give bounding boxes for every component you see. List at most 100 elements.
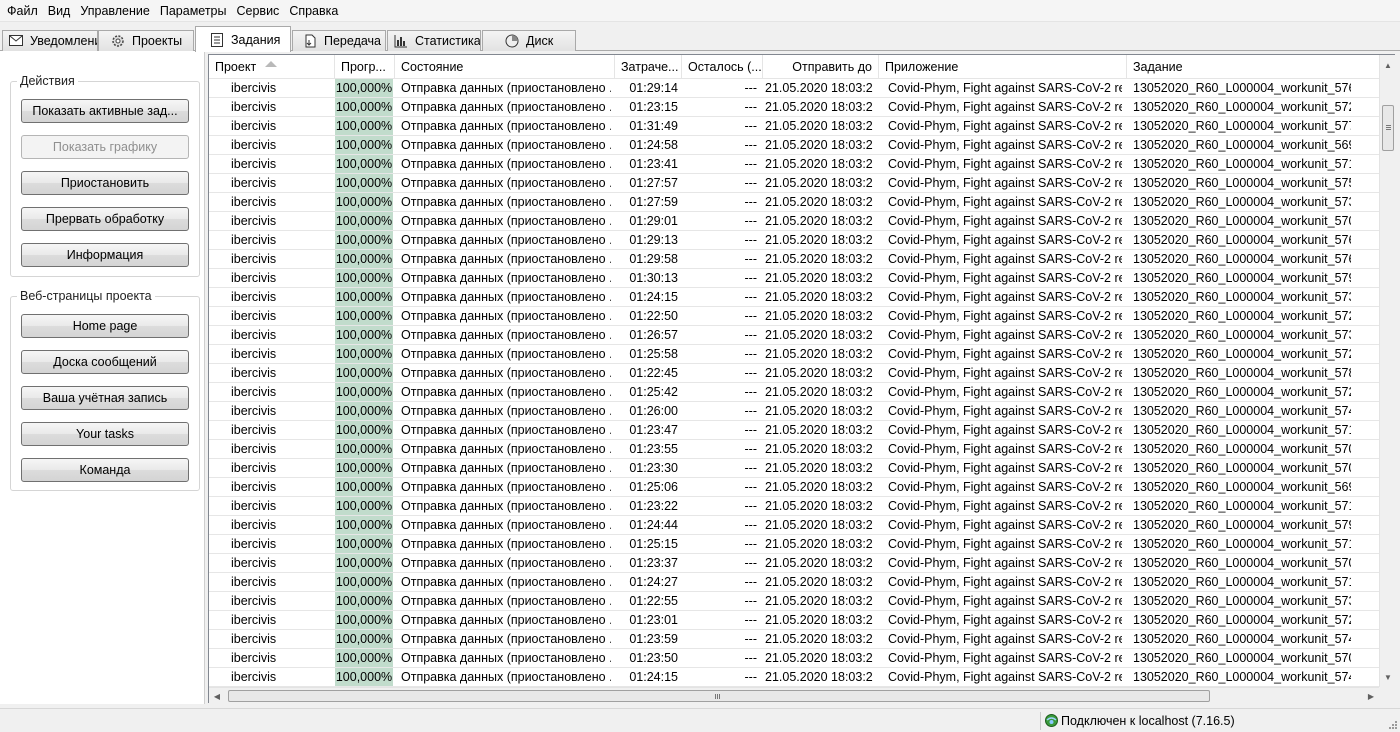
table-cell-deadline: 21.05.2020 18:03:23 xyxy=(765,252,873,266)
scroll-right-icon[interactable]: ▶ xyxy=(1363,688,1379,704)
table-cell-progress: 100,000% xyxy=(335,231,393,249)
table-cell-progress: 100,000% xyxy=(335,250,393,268)
table-cell-state: Отправка данных (приостановлено ... xyxy=(401,423,611,437)
column-header-progress[interactable]: Прогр... xyxy=(335,55,395,79)
table-cell-elapsed: 01:22:50 xyxy=(629,309,678,323)
table-cell-elapsed: 01:23:41 xyxy=(629,157,678,171)
table-row[interactable]: ibercivis 100,000% Отправка данных (приост… xyxy=(209,250,1379,269)
info-button[interactable]: Информация xyxy=(21,243,189,267)
column-header-state[interactable]: Состояние xyxy=(395,55,615,79)
table-row[interactable]: ibercivis 100,000% Отправка данных (приост… xyxy=(209,611,1379,630)
table-cell-project: ibercivis xyxy=(231,518,277,532)
table-row[interactable]: ibercivis 100,000% Отправка данных (приост… xyxy=(209,383,1379,402)
scroll-up-icon[interactable]: ▲ xyxy=(1380,57,1396,73)
table-cell-progress: 100,000% xyxy=(335,592,393,610)
table-row[interactable]: ibercivis 100,000% Отправка данных (приост… xyxy=(209,174,1379,193)
column-header-remaining[interactable]: Осталось (... xyxy=(682,55,763,79)
table-cell-state: Отправка данных (приостановлено ... xyxy=(401,385,611,399)
table-row[interactable]: ibercivis 100,000% Отправка данных (приост… xyxy=(209,212,1379,231)
table-cell-progress: 100,000% xyxy=(335,307,393,325)
tab-projects[interactable]: Проекты xyxy=(98,30,194,51)
table-cell-elapsed: 01:30:13 xyxy=(629,271,678,285)
table-cell-state: Отправка данных (приостановлено ... xyxy=(401,613,611,627)
scroll-left-icon[interactable]: ◀ xyxy=(209,688,225,704)
tab-notices[interactable]: Уведомлени: xyxy=(2,30,98,51)
your-account-button[interactable]: Ваша учётная запись xyxy=(21,386,189,410)
vertical-scrollbar[interactable]: ▲ ▼ xyxy=(1379,55,1395,687)
table-row[interactable]: ibercivis 100,000% Отправка данных (приост… xyxy=(209,592,1379,611)
table-cell-application: Covid-Phym, Fight against SARS-CoV-2 re.… xyxy=(888,613,1122,627)
table-row[interactable]: ibercivis 100,000% Отправка данных (приост… xyxy=(209,364,1379,383)
horizontal-scroll-thumb[interactable] xyxy=(228,690,1210,702)
table-row[interactable]: ibercivis 100,000% Отправка данных (приост… xyxy=(209,535,1379,554)
tab-tasks[interactable]: Задания xyxy=(195,26,291,52)
menu-manage[interactable]: Управление xyxy=(75,0,155,22)
column-header-application[interactable]: Приложение xyxy=(879,55,1127,79)
tab-transfers[interactable]: Передача xyxy=(292,30,386,51)
table-cell-application: Covid-Phym, Fight against SARS-CoV-2 re.… xyxy=(888,176,1122,190)
your-tasks-button[interactable]: Your tasks xyxy=(21,422,189,446)
table-cell-deadline: 21.05.2020 18:03:23 xyxy=(765,632,873,646)
table-row[interactable]: ibercivis 100,000% Отправка данных (приост… xyxy=(209,117,1379,136)
table-cell-state: Отправка данных (приостановлено ... xyxy=(401,404,611,418)
table-row[interactable]: ibercivis 100,000% Отправка данных (приост… xyxy=(209,98,1379,117)
team-button[interactable]: Команда xyxy=(21,458,189,482)
table-cell-application: Covid-Phym, Fight against SARS-CoV-2 re.… xyxy=(888,537,1122,551)
column-header-elapsed[interactable]: Затраче... xyxy=(615,55,682,79)
tab-statistics[interactable]: Статистика xyxy=(387,30,481,51)
menu-file[interactable]: Файл xyxy=(2,0,43,22)
transfer-icon xyxy=(303,34,317,48)
table-cell-progress: 100,000% xyxy=(335,630,393,648)
table-row[interactable]: ibercivis 100,000% Отправка данных (приост… xyxy=(209,668,1379,687)
table-row[interactable]: ibercivis 100,000% Отправка данных (приост… xyxy=(209,136,1379,155)
table-row[interactable]: ibercivis 100,000% Отправка данных (приост… xyxy=(209,630,1379,649)
scrollbar-corner xyxy=(1379,687,1395,703)
table-row[interactable]: ibercivis 100,000% Отправка данных (приост… xyxy=(209,573,1379,592)
message-board-button[interactable]: Доска сообщений xyxy=(21,350,189,374)
horizontal-scrollbar[interactable]: ◀ ▶ xyxy=(209,687,1379,703)
column-header-project[interactable]: Проект xyxy=(209,55,335,79)
table-row[interactable]: ibercivis 100,000% Отправка данных (приост… xyxy=(209,440,1379,459)
table-cell-elapsed: 01:24:44 xyxy=(629,518,678,532)
table-cell-elapsed: 01:25:06 xyxy=(629,480,678,494)
table-row[interactable]: ibercivis 100,000% Отправка данных (приост… xyxy=(209,231,1379,250)
table-row[interactable]: ibercivis 100,000% Отправка данных (приост… xyxy=(209,288,1379,307)
table-row[interactable]: ibercivis 100,000% Отправка данных (приост… xyxy=(209,459,1379,478)
menu-help[interactable]: Справка xyxy=(284,0,343,22)
show-active-tasks-button[interactable]: Показать активные зад... xyxy=(21,99,189,123)
table-row[interactable]: ibercivis 100,000% Отправка данных (приост… xyxy=(209,421,1379,440)
table-row[interactable]: ibercivis 100,000% Отправка данных (приост… xyxy=(209,326,1379,345)
tab-disk[interactable]: Диск xyxy=(482,30,576,51)
table-row[interactable]: ibercivis 100,000% Отправка данных (приост… xyxy=(209,307,1379,326)
table-row[interactable]: ibercivis 100,000% Отправка данных (приост… xyxy=(209,193,1379,212)
vertical-scroll-thumb[interactable] xyxy=(1382,105,1394,151)
resize-grip-icon[interactable] xyxy=(1388,720,1398,730)
table-row[interactable]: ibercivis 100,000% Отправка данных (приост… xyxy=(209,516,1379,535)
table-row[interactable]: ibercivis 100,000% Отправка данных (приост… xyxy=(209,269,1379,288)
table-row[interactable]: ibercivis 100,000% Отправка данных (приост… xyxy=(209,478,1379,497)
table-cell-task: 13052020_R60_L000004_workunit_5698_0 xyxy=(1133,138,1351,152)
table-row[interactable]: ibercivis 100,000% Отправка данных (приост… xyxy=(209,155,1379,174)
table-cell-project: ibercivis xyxy=(231,404,277,418)
table-row[interactable]: ibercivis 100,000% Отправка данных (приост… xyxy=(209,345,1379,364)
scroll-down-icon[interactable]: ▼ xyxy=(1380,669,1396,685)
suspend-button[interactable]: Приостановить xyxy=(21,171,189,195)
table-cell-task: 13052020_R60_L000004_workunit_5731_1 xyxy=(1133,290,1351,304)
table-row[interactable]: ibercivis 100,000% Отправка данных (приост… xyxy=(209,497,1379,516)
menu-tools[interactable]: Сервис xyxy=(232,0,285,22)
column-header-task[interactable]: Задание xyxy=(1127,55,1379,79)
grip-line xyxy=(1386,129,1391,130)
show-graphics-button[interactable]: Показать графику xyxy=(21,135,189,159)
table-row[interactable]: ibercivis 100,000% Отправка данных (приост… xyxy=(209,402,1379,421)
table-row[interactable]: ibercivis 100,000% Отправка данных (приост… xyxy=(209,79,1379,98)
table-cell-elapsed: 01:24:58 xyxy=(629,138,678,152)
menu-view[interactable]: Вид xyxy=(43,0,76,22)
menu-options[interactable]: Параметры xyxy=(155,0,232,22)
table-cell-deadline: 21.05.2020 18:03:24 xyxy=(765,442,873,456)
home-page-button[interactable]: Home page xyxy=(21,314,189,338)
table-cell-application: Covid-Phym, Fight against SARS-CoV-2 re.… xyxy=(888,461,1122,475)
table-row[interactable]: ibercivis 100,000% Отправка данных (приост… xyxy=(209,554,1379,573)
column-header-deadline[interactable]: Отправить до xyxy=(763,55,879,79)
table-row[interactable]: ibercivis 100,000% Отправка данных (приост… xyxy=(209,649,1379,668)
abort-button[interactable]: Прервать обработку xyxy=(21,207,189,231)
